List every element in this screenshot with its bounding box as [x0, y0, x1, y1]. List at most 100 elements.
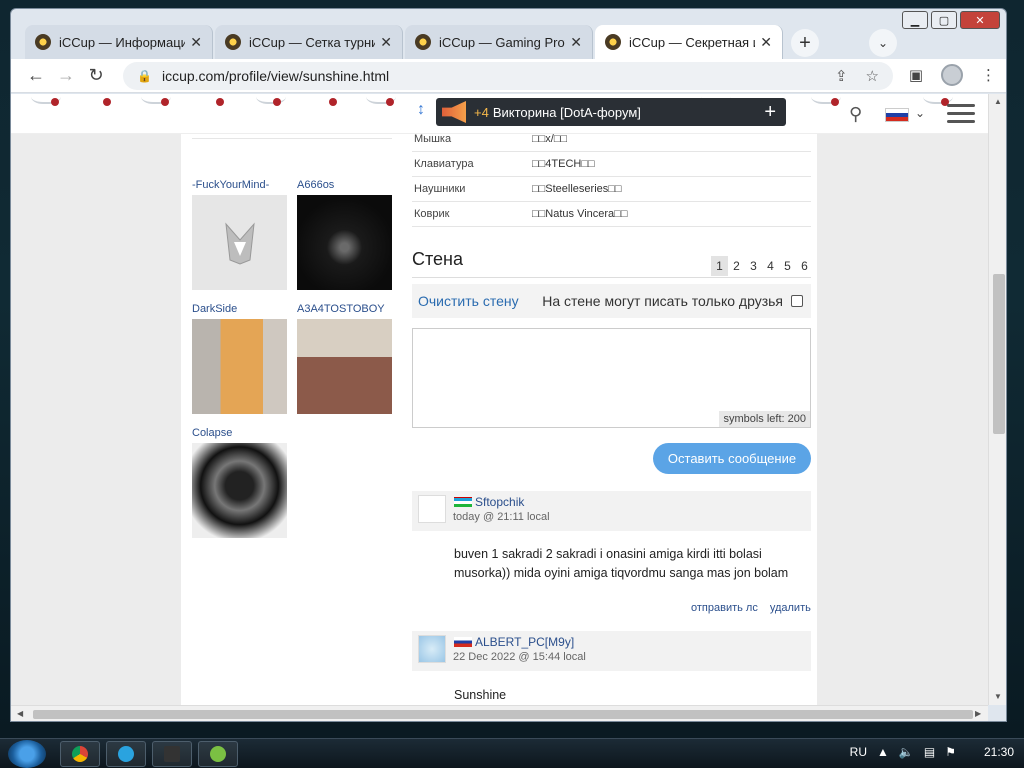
friend-avatar[interactable]	[192, 319, 287, 414]
avatar[interactable]	[418, 635, 446, 663]
menu-dots-icon[interactable]: ⋮	[981, 66, 996, 84]
tab-title: iCCup — Информация	[59, 34, 185, 50]
network-icon[interactable]: ▤	[924, 745, 935, 759]
tab-info[interactable]: iCCup — Информация ✕	[25, 25, 213, 59]
avatar[interactable]	[418, 495, 446, 523]
start-button[interactable]	[8, 740, 46, 768]
horizontal-scrollbar[interactable]: ◀ ▶	[11, 705, 988, 721]
iccup-launcher-taskbar-button[interactable]	[198, 741, 238, 767]
quiz-link[interactable]: Викторина [DotA-форум]	[493, 105, 641, 120]
tab-secret-info[interactable]: iCCup — Секретная ин ✕	[595, 25, 783, 59]
close-icon[interactable]: ✕	[190, 34, 202, 51]
russia-flag-icon[interactable]	[885, 108, 909, 122]
profile-avatar[interactable]	[941, 64, 963, 86]
close-icon[interactable]: ✕	[380, 34, 392, 51]
vertical-scroll-thumb[interactable]	[993, 274, 1005, 434]
tab-tournament[interactable]: iCCup — Сетка турнира ✕	[215, 25, 403, 59]
vertical-arrows-icon[interactable]: ↕	[417, 101, 425, 119]
megaphone-icon	[442, 101, 466, 123]
friends-only-checkbox[interactable]	[791, 295, 803, 307]
garland-berry	[161, 98, 169, 106]
page-link[interactable]: 2	[728, 256, 745, 276]
hardware-value: □□Natus Vincera□□	[532, 208, 628, 220]
chevron-down-icon[interactable]: ⌄	[915, 106, 925, 120]
post-header: Sftopchik today @ 21:11 local	[412, 491, 811, 531]
friend-card[interactable]: DarkSide	[192, 303, 288, 414]
search-icon[interactable]: ⚲	[849, 104, 862, 125]
scroll-left-arrow-icon[interactable]: ◀	[17, 709, 23, 718]
close-icon[interactable]: ✕	[570, 34, 582, 51]
russia-flag-icon	[454, 637, 472, 647]
page-link[interactable]: 1	[711, 256, 728, 276]
page-link[interactable]: 5	[779, 256, 796, 276]
new-tab-button[interactable]: +	[791, 29, 819, 57]
iccup-favicon-icon	[35, 34, 51, 50]
friend-avatar[interactable]	[297, 195, 392, 290]
friend-name[interactable]: A666os	[297, 179, 393, 193]
friend-card[interactable]: Colapse	[192, 427, 288, 538]
reload-icon[interactable]: ↻	[81, 65, 111, 86]
wall-message-textarea[interactable]: symbols left: 200	[412, 328, 811, 428]
hardware-row: Клавиатура □□4TECH□□	[412, 152, 811, 177]
post-header: ALBERT_PC[M9y] 22 Dec 2022 @ 15:44 local	[412, 631, 811, 671]
delete-link[interactable]: удалить	[770, 602, 811, 614]
forward-arrow-icon[interactable]: →	[51, 65, 81, 86]
post-line: musorka)) mida oyini amiga tiqvordmu san…	[454, 566, 789, 580]
tray-up-arrow-icon[interactable]: ▲	[877, 745, 889, 759]
post-actions: отправить лс удалить	[691, 602, 811, 614]
tab-search-chevron-icon[interactable]: ⌄	[869, 29, 897, 57]
post-author[interactable]: ALBERT_PC[M9y]	[475, 635, 574, 649]
hardware-key: Наушники	[414, 183, 466, 195]
post-body: buven 1 sakradi 2 sakradi i onasini amig…	[454, 545, 804, 583]
hardware-row: Мышка □□x/□□	[412, 127, 811, 152]
lock-icon[interactable]: 🔒	[137, 69, 152, 83]
volume-icon[interactable]: 🔈	[899, 745, 914, 759]
hardware-value: □□x/□□	[532, 133, 568, 145]
app-taskbar-button[interactable]	[152, 741, 192, 767]
horizontal-scroll-thumb[interactable]	[33, 710, 973, 719]
friend-name[interactable]: -FuckYourMind-	[192, 179, 288, 193]
address-bar[interactable]: 🔒 iccup.com/profile/view/sunshine.html ⇪…	[123, 62, 893, 90]
share-icon[interactable]: ⇪	[835, 67, 848, 85]
friend-avatar[interactable]	[192, 443, 287, 538]
vertical-scrollbar[interactable]: ▲ ▼	[988, 94, 1006, 705]
friend-avatar[interactable]	[192, 195, 287, 290]
language-indicator[interactable]: RU	[850, 745, 867, 759]
friend-card[interactable]: -FuckYourMind-	[192, 179, 288, 290]
friend-card[interactable]: A3A4TOSTOBOY	[297, 303, 393, 414]
hamburger-menu-icon[interactable]	[947, 104, 975, 124]
clock[interactable]: 21:30	[984, 745, 1014, 759]
page-link[interactable]: 6	[796, 256, 813, 276]
telegram-taskbar-button[interactable]	[106, 741, 146, 767]
page-link[interactable]: 3	[745, 256, 762, 276]
friend-name[interactable]: Colapse	[192, 427, 288, 441]
submit-message-button[interactable]: Оставить сообщение	[653, 443, 811, 474]
page-viewport: ↕ +4 Викторина [DotA-форум] + ⚲ ⌄ -FuckY…	[11, 94, 988, 705]
browser-window: ▁ ▢ ✕ iCCup — Информация ✕ iCCup — Сетка…	[10, 8, 1007, 722]
quiz-banner[interactable]: +4 Викторина [DotA-форум] +	[436, 98, 786, 126]
uzbekistan-flag-icon	[454, 497, 472, 507]
scroll-up-arrow-icon[interactable]: ▲	[994, 97, 1002, 106]
friend-avatar[interactable]	[297, 319, 392, 414]
back-arrow-icon[interactable]: ←	[21, 65, 51, 86]
page-link[interactable]: 4	[762, 256, 779, 276]
friend-name[interactable]: DarkSide	[192, 303, 288, 317]
close-icon[interactable]: ✕	[760, 34, 772, 51]
clear-wall-link[interactable]: Очистить стену	[418, 293, 519, 309]
post-line: buven 1 sakradi 2 sakradi i onasini amig…	[454, 547, 762, 561]
scroll-right-arrow-icon[interactable]: ▶	[975, 709, 981, 718]
sidepanel-icon[interactable]: ▣	[909, 66, 923, 84]
send-pm-link[interactable]: отправить лс	[691, 602, 758, 614]
tab-gaming-profile[interactable]: iCCup — Gaming Profile ✕	[405, 25, 593, 59]
bookmark-star-icon[interactable]: ☆	[866, 67, 879, 85]
iccup-favicon-icon	[225, 34, 241, 50]
symbols-left-counter: symbols left: 200	[719, 411, 810, 427]
post-author[interactable]: Sftopchik	[475, 495, 524, 509]
chrome-taskbar-button[interactable]	[60, 741, 100, 767]
friend-name[interactable]: A3A4TOSTOBOY	[297, 303, 393, 317]
friend-card[interactable]: A666os	[297, 179, 393, 290]
scroll-down-arrow-icon[interactable]: ▼	[994, 692, 1002, 701]
flag-icon[interactable]: ⚑	[945, 745, 956, 759]
url-text[interactable]: iccup.com/profile/view/sunshine.html	[162, 68, 389, 84]
quiz-plus-button[interactable]: +	[764, 101, 776, 124]
